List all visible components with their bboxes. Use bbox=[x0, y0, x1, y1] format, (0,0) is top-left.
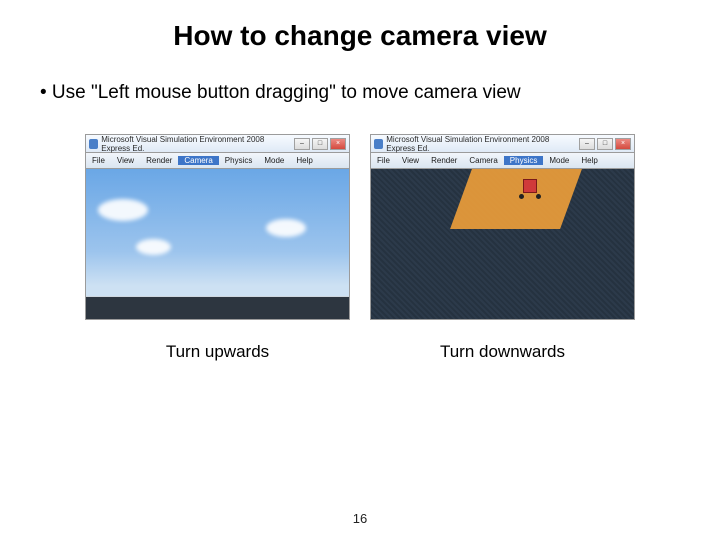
menu-camera[interactable]: Camera bbox=[463, 156, 503, 165]
viewport-sky[interactable] bbox=[86, 169, 349, 319]
menubar-right: File View Render Camera Physics Mode Hel… bbox=[371, 153, 634, 169]
maximize-button[interactable]: □ bbox=[312, 138, 328, 150]
menu-view[interactable]: View bbox=[396, 156, 425, 165]
window-title: Microsoft Visual Simulation Environment … bbox=[386, 135, 579, 153]
caption-left: Turn upwards bbox=[166, 342, 269, 362]
titlebar-right: Microsoft Visual Simulation Environment … bbox=[371, 135, 634, 153]
window-title: Microsoft Visual Simulation Environment … bbox=[101, 135, 294, 153]
screenshots-row: Microsoft Visual Simulation Environment … bbox=[30, 134, 690, 362]
minimize-button[interactable]: – bbox=[294, 138, 310, 150]
minimize-button[interactable]: – bbox=[579, 138, 595, 150]
menu-mode[interactable]: Mode bbox=[258, 156, 290, 165]
menu-camera-selected[interactable]: Camera bbox=[178, 156, 218, 165]
menubar-left: File View Render Camera Physics Mode Hel… bbox=[86, 153, 349, 169]
window-right: Microsoft Visual Simulation Environment … bbox=[370, 134, 635, 320]
slide-title: How to change camera view bbox=[30, 20, 690, 52]
left-column: Microsoft Visual Simulation Environment … bbox=[85, 134, 350, 362]
menu-file[interactable]: File bbox=[86, 156, 111, 165]
menu-render[interactable]: Render bbox=[140, 156, 178, 165]
right-column: Microsoft Visual Simulation Environment … bbox=[370, 134, 635, 362]
bullet-text: • Use "Left mouse button dragging" to mo… bbox=[40, 82, 690, 104]
caption-right: Turn downwards bbox=[440, 342, 565, 362]
menu-physics[interactable]: Physics bbox=[219, 156, 259, 165]
close-button[interactable]: × bbox=[330, 138, 346, 150]
menu-physics-selected[interactable]: Physics bbox=[504, 156, 544, 165]
app-icon bbox=[374, 139, 383, 149]
menu-help[interactable]: Help bbox=[575, 156, 603, 165]
menu-mode[interactable]: Mode bbox=[543, 156, 575, 165]
menu-render[interactable]: Render bbox=[425, 156, 463, 165]
menu-view[interactable]: View bbox=[111, 156, 140, 165]
close-button[interactable]: × bbox=[615, 138, 631, 150]
page-number: 16 bbox=[0, 511, 720, 526]
viewport-topdown[interactable] bbox=[371, 169, 634, 319]
menu-file[interactable]: File bbox=[371, 156, 396, 165]
app-icon bbox=[89, 139, 98, 149]
slide: How to change camera view • Use "Left mo… bbox=[0, 0, 720, 540]
maximize-button[interactable]: □ bbox=[597, 138, 613, 150]
orange-surface bbox=[450, 169, 582, 229]
titlebar-left: Microsoft Visual Simulation Environment … bbox=[86, 135, 349, 153]
window-left: Microsoft Visual Simulation Environment … bbox=[85, 134, 350, 320]
robot-icon bbox=[519, 179, 541, 201]
menu-help[interactable]: Help bbox=[290, 156, 318, 165]
